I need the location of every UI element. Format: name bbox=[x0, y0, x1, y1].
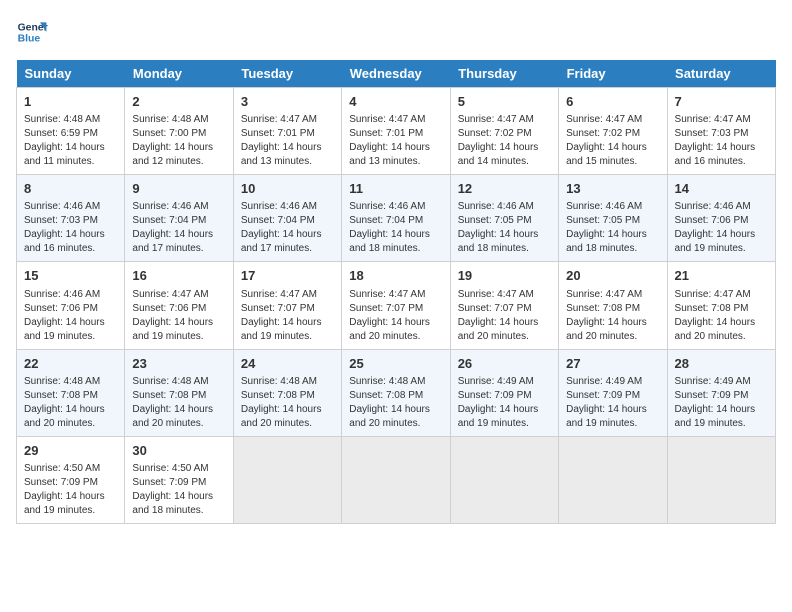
day-of-week-monday: Monday bbox=[125, 60, 233, 88]
week-row-5: 29Sunrise: 4:50 AMSunset: 7:09 PMDayligh… bbox=[17, 436, 776, 523]
day-number: 21 bbox=[675, 267, 768, 285]
calendar-cell: 3Sunrise: 4:47 AMSunset: 7:01 PMDaylight… bbox=[233, 88, 341, 175]
calendar-cell: 24Sunrise: 4:48 AMSunset: 7:08 PMDayligh… bbox=[233, 349, 341, 436]
calendar-cell: 2Sunrise: 4:48 AMSunset: 7:00 PMDaylight… bbox=[125, 88, 233, 175]
day-number: 13 bbox=[566, 180, 659, 198]
calendar-body: 1Sunrise: 4:48 AMSunset: 6:59 PMDaylight… bbox=[17, 88, 776, 524]
calendar-cell: 19Sunrise: 4:47 AMSunset: 7:07 PMDayligh… bbox=[450, 262, 558, 349]
calendar-cell bbox=[667, 436, 775, 523]
day-number: 16 bbox=[132, 267, 225, 285]
calendar-cell: 18Sunrise: 4:47 AMSunset: 7:07 PMDayligh… bbox=[342, 262, 450, 349]
header: General Blue bbox=[16, 16, 776, 48]
day-number: 9 bbox=[132, 180, 225, 198]
day-number: 20 bbox=[566, 267, 659, 285]
day-number: 19 bbox=[458, 267, 551, 285]
calendar-cell bbox=[342, 436, 450, 523]
day-number: 7 bbox=[675, 93, 768, 111]
calendar-cell bbox=[450, 436, 558, 523]
day-number: 15 bbox=[24, 267, 117, 285]
logo: General Blue bbox=[16, 16, 48, 48]
calendar-cell: 6Sunrise: 4:47 AMSunset: 7:02 PMDaylight… bbox=[559, 88, 667, 175]
day-number: 18 bbox=[349, 267, 442, 285]
day-of-week-thursday: Thursday bbox=[450, 60, 558, 88]
calendar-table: SundayMondayTuesdayWednesdayThursdayFrid… bbox=[16, 60, 776, 524]
calendar-cell: 1Sunrise: 4:48 AMSunset: 6:59 PMDaylight… bbox=[17, 88, 125, 175]
calendar-cell: 7Sunrise: 4:47 AMSunset: 7:03 PMDaylight… bbox=[667, 88, 775, 175]
calendar-cell: 9Sunrise: 4:46 AMSunset: 7:04 PMDaylight… bbox=[125, 175, 233, 262]
week-row-4: 22Sunrise: 4:48 AMSunset: 7:08 PMDayligh… bbox=[17, 349, 776, 436]
calendar-cell: 21Sunrise: 4:47 AMSunset: 7:08 PMDayligh… bbox=[667, 262, 775, 349]
calendar-cell bbox=[559, 436, 667, 523]
day-number: 4 bbox=[349, 93, 442, 111]
day-number: 12 bbox=[458, 180, 551, 198]
calendar-cell bbox=[233, 436, 341, 523]
day-of-week-tuesday: Tuesday bbox=[233, 60, 341, 88]
day-number: 29 bbox=[24, 442, 117, 460]
svg-text:Blue: Blue bbox=[18, 34, 41, 45]
day-number: 30 bbox=[132, 442, 225, 460]
calendar-cell: 20Sunrise: 4:47 AMSunset: 7:08 PMDayligh… bbox=[559, 262, 667, 349]
calendar-cell: 10Sunrise: 4:46 AMSunset: 7:04 PMDayligh… bbox=[233, 175, 341, 262]
logo-icon: General Blue bbox=[16, 16, 48, 48]
calendar-cell: 8Sunrise: 4:46 AMSunset: 7:03 PMDaylight… bbox=[17, 175, 125, 262]
day-number: 11 bbox=[349, 180, 442, 198]
day-of-week-wednesday: Wednesday bbox=[342, 60, 450, 88]
calendar-cell: 29Sunrise: 4:50 AMSunset: 7:09 PMDayligh… bbox=[17, 436, 125, 523]
day-number: 27 bbox=[566, 355, 659, 373]
calendar-cell: 28Sunrise: 4:49 AMSunset: 7:09 PMDayligh… bbox=[667, 349, 775, 436]
calendar-cell: 12Sunrise: 4:46 AMSunset: 7:05 PMDayligh… bbox=[450, 175, 558, 262]
day-number: 22 bbox=[24, 355, 117, 373]
day-number: 10 bbox=[241, 180, 334, 198]
day-number: 26 bbox=[458, 355, 551, 373]
calendar-cell: 17Sunrise: 4:47 AMSunset: 7:07 PMDayligh… bbox=[233, 262, 341, 349]
day-number: 24 bbox=[241, 355, 334, 373]
calendar-cell: 13Sunrise: 4:46 AMSunset: 7:05 PMDayligh… bbox=[559, 175, 667, 262]
day-of-week-saturday: Saturday bbox=[667, 60, 775, 88]
day-number: 23 bbox=[132, 355, 225, 373]
day-number: 6 bbox=[566, 93, 659, 111]
calendar-cell: 11Sunrise: 4:46 AMSunset: 7:04 PMDayligh… bbox=[342, 175, 450, 262]
calendar-cell: 27Sunrise: 4:49 AMSunset: 7:09 PMDayligh… bbox=[559, 349, 667, 436]
day-number: 25 bbox=[349, 355, 442, 373]
calendar-cell: 16Sunrise: 4:47 AMSunset: 7:06 PMDayligh… bbox=[125, 262, 233, 349]
calendar-cell: 23Sunrise: 4:48 AMSunset: 7:08 PMDayligh… bbox=[125, 349, 233, 436]
calendar-cell: 22Sunrise: 4:48 AMSunset: 7:08 PMDayligh… bbox=[17, 349, 125, 436]
days-of-week-row: SundayMondayTuesdayWednesdayThursdayFrid… bbox=[17, 60, 776, 88]
week-row-2: 8Sunrise: 4:46 AMSunset: 7:03 PMDaylight… bbox=[17, 175, 776, 262]
day-number: 14 bbox=[675, 180, 768, 198]
day-number: 28 bbox=[675, 355, 768, 373]
calendar-cell: 5Sunrise: 4:47 AMSunset: 7:02 PMDaylight… bbox=[450, 88, 558, 175]
day-number: 2 bbox=[132, 93, 225, 111]
calendar-cell: 26Sunrise: 4:49 AMSunset: 7:09 PMDayligh… bbox=[450, 349, 558, 436]
day-number: 5 bbox=[458, 93, 551, 111]
day-of-week-friday: Friday bbox=[559, 60, 667, 88]
calendar-cell: 15Sunrise: 4:46 AMSunset: 7:06 PMDayligh… bbox=[17, 262, 125, 349]
week-row-3: 15Sunrise: 4:46 AMSunset: 7:06 PMDayligh… bbox=[17, 262, 776, 349]
calendar-cell: 25Sunrise: 4:48 AMSunset: 7:08 PMDayligh… bbox=[342, 349, 450, 436]
day-number: 1 bbox=[24, 93, 117, 111]
calendar-cell: 14Sunrise: 4:46 AMSunset: 7:06 PMDayligh… bbox=[667, 175, 775, 262]
calendar-cell: 4Sunrise: 4:47 AMSunset: 7:01 PMDaylight… bbox=[342, 88, 450, 175]
calendar-cell: 30Sunrise: 4:50 AMSunset: 7:09 PMDayligh… bbox=[125, 436, 233, 523]
day-number: 8 bbox=[24, 180, 117, 198]
day-number: 17 bbox=[241, 267, 334, 285]
day-number: 3 bbox=[241, 93, 334, 111]
week-row-1: 1Sunrise: 4:48 AMSunset: 6:59 PMDaylight… bbox=[17, 88, 776, 175]
day-of-week-sunday: Sunday bbox=[17, 60, 125, 88]
